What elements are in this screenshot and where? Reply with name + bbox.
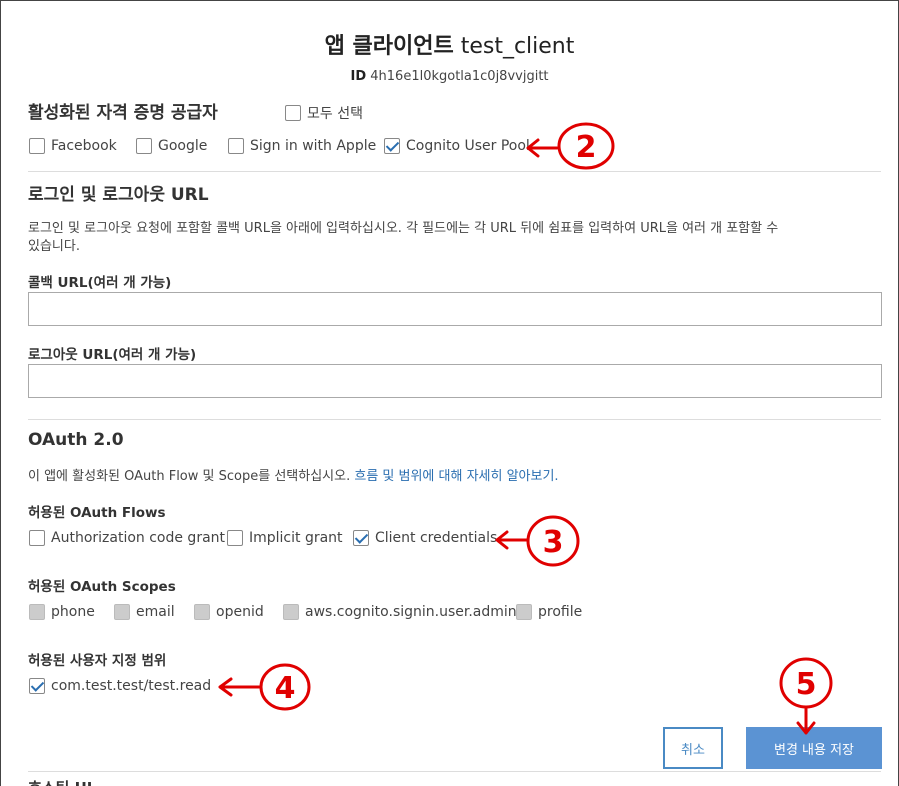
annotation-number-5: 5 [796, 667, 817, 702]
annotation-number-4: 4 [275, 671, 296, 706]
annotation-overlay: 2 3 4 5 [218, 122, 833, 735]
annotation-number-2: 2 [576, 130, 597, 165]
annotation-arrow-5 [796, 705, 816, 735]
annotation-number-3: 3 [543, 525, 564, 560]
annotation-arrow-4 [218, 677, 262, 697]
annotation-arrow-3 [495, 530, 529, 550]
annotation-arrow-2 [526, 138, 559, 158]
